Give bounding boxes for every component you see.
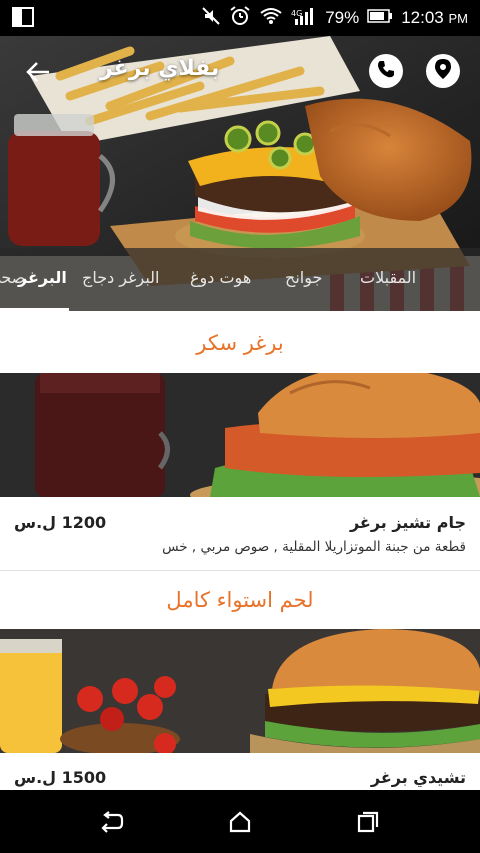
divider — [0, 570, 480, 571]
clock-ampm: PM — [448, 11, 469, 26]
category-tabs: صحي المقبلات جوانح هوت دوغ البرغر دجاج ا… — [0, 248, 480, 311]
tab-chicken-burger[interactable]: البرغر دجاج — [82, 268, 159, 287]
battery-icon — [367, 8, 393, 28]
battery-percent: 79% — [325, 8, 360, 27]
active-tab-indicator — [0, 308, 69, 311]
recent-apps-icon[interactable] — [351, 805, 385, 839]
item-description: قطعة من جبنة الموتزاريلا المقلية , صوص م… — [162, 539, 466, 555]
item-name: تشيدي برغر — [370, 768, 466, 787]
alarm-icon — [229, 5, 251, 32]
back-nav-icon[interactable] — [94, 805, 128, 839]
call-button[interactable] — [369, 54, 403, 88]
tab-appetizers[interactable]: المقبلات — [360, 268, 416, 287]
home-nav-icon[interactable] — [223, 805, 257, 839]
tab-hot-dog[interactable]: هوت دوغ — [190, 268, 251, 287]
clock-time: 12:03 — [401, 8, 444, 27]
item-name: جام تشيز برغر — [349, 513, 466, 532]
system-nav-bar — [0, 790, 480, 853]
status-bar: 4G 79% 12:03 PM — [0, 0, 480, 36]
location-button[interactable] — [426, 54, 460, 88]
section-title: برغر سكر — [196, 331, 284, 355]
back-arrow-icon[interactable] — [18, 52, 58, 92]
mute-icon — [201, 6, 221, 31]
section-title: لحم استواء كامل — [166, 588, 314, 612]
tab-wings[interactable]: جوانح — [285, 268, 322, 287]
phone-icon — [376, 59, 396, 83]
signal-icon: 4G — [291, 7, 317, 30]
item-image[interactable] — [0, 629, 480, 753]
item-price: 1500 ل.س — [14, 768, 107, 787]
item-image[interactable] — [0, 373, 480, 497]
item-price: 1200 ل.س — [14, 513, 107, 532]
page-title: بفلاي برغر — [100, 56, 220, 81]
app-bar: بفلاي برغر — [0, 36, 480, 108]
tab-burger[interactable]: البرغر — [18, 268, 67, 287]
screen-mirror-icon — [12, 7, 34, 31]
wifi-icon — [259, 6, 283, 31]
map-pin-icon — [434, 58, 452, 84]
